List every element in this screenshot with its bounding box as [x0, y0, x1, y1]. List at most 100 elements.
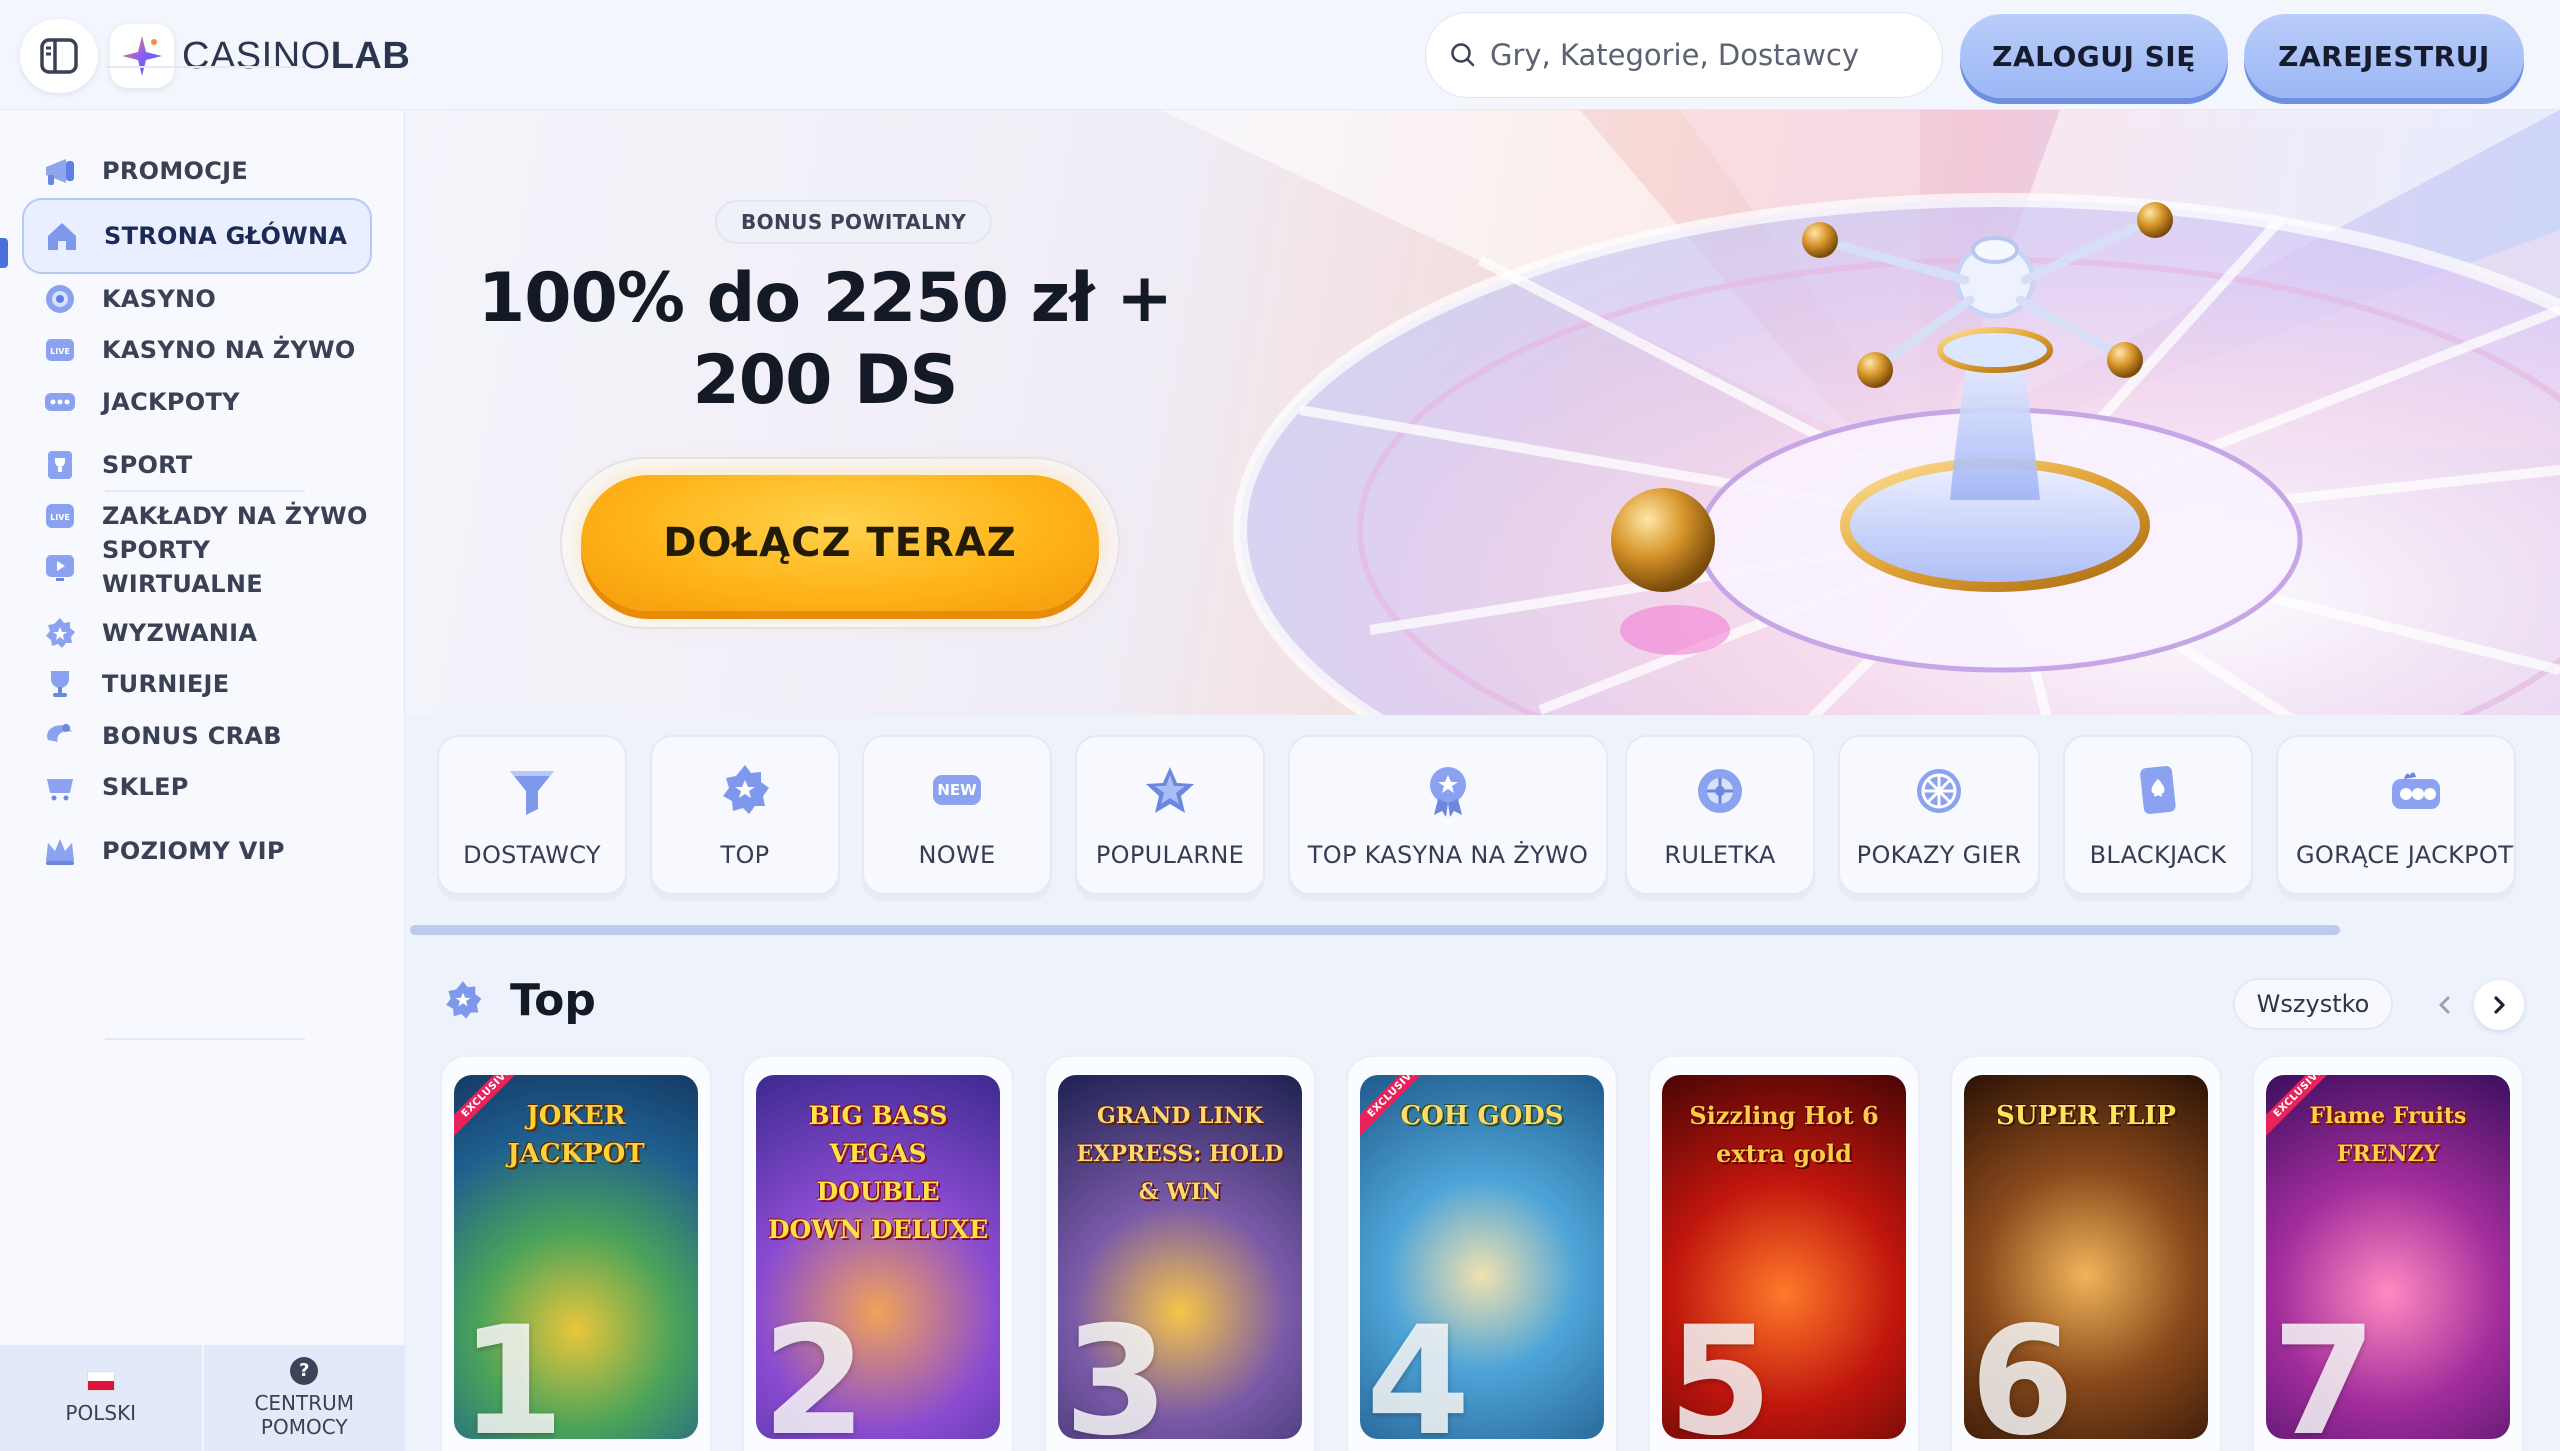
category-ruletka[interactable]: RULETKA [1625, 735, 1815, 895]
roulette-wheel-illustration [1160, 110, 2560, 715]
login-button[interactable]: ZALOGUJ SIĘ [1960, 14, 2228, 98]
svg-text:NEW: NEW [937, 781, 977, 799]
category-popularne[interactable]: POPULARNE [1075, 735, 1265, 895]
jackpot-icon [40, 382, 80, 422]
sidebar-item-label: POZIOMY VIP [102, 837, 285, 865]
sidebar-toggle-button[interactable] [20, 19, 98, 93]
category-gor-ce-jackpoty[interactable]: GORĄCE JACKPOTY [2276, 735, 2516, 895]
megaphone-icon [40, 151, 80, 191]
game-rank: 1 [460, 1295, 565, 1439]
sidebar-toggle-icon [40, 38, 78, 74]
sidebar-item-label: JACKPOTY [102, 388, 240, 416]
game-title: SUPER FLIP [1996, 1101, 2176, 1131]
sidebar-item-label: ZAKŁADY NA ŻYWO [102, 502, 368, 530]
sidebar-footer: POLSKI? CENTRUM POMOCY [0, 1345, 405, 1451]
hero-title-line2: 200 DS [692, 341, 958, 420]
category-label: BLACKJACK [2089, 841, 2227, 869]
sidebar-item-label: STRONA GŁÓWNA [104, 222, 348, 250]
sidebar-item-label: SPORTY WIRTUALNE [102, 536, 263, 598]
roulette-icon [1698, 769, 1742, 813]
category-pokazy-gier[interactable]: POKAZY GIER [1838, 735, 2040, 895]
category-label: TOP KASYNA NA ŻYWO [1307, 841, 1589, 869]
sidebar-item-label: WYZWANIA [102, 619, 258, 647]
carousel-next-button[interactable] [2474, 980, 2524, 1030]
crown-icon [40, 831, 80, 871]
sidebar-item-label: TURNIEJE [102, 670, 230, 698]
help-label-line1: CENTRUM [254, 1391, 355, 1415]
game-thumbnail[interactable]: COH GODS EXCLUSIVE 4 [1360, 1075, 1604, 1439]
game-rank: 4 [1366, 1295, 1471, 1439]
game-thumbnail[interactable]: Flame Fruits FRENZY EXCLUSIVE 7 [2266, 1075, 2510, 1439]
new-badge-icon: NEW [933, 775, 981, 805]
virtual-sport-icon [40, 547, 80, 587]
star-badge-icon [446, 980, 482, 1019]
game-rank: 3 [1064, 1295, 1169, 1439]
category-dostawcy[interactable]: DOSTAWCY [437, 735, 627, 895]
logo-text: CASINOLAB [182, 35, 410, 78]
category-blackjack[interactable]: BLACKJACK [2063, 735, 2253, 895]
svg-text:LIVE: LIVE [50, 513, 70, 522]
game-thumbnail[interactable]: BIG BASS VEGAS DOUBLE DOWN DELUXE 2 [756, 1075, 1000, 1439]
search-icon [1451, 43, 1475, 67]
category-label: RULETKA [1664, 841, 1776, 869]
game-rank: 7 [2272, 1295, 2377, 1439]
sidebar-item-poziomy-vip[interactable]: POZIOMY VIP [22, 813, 372, 889]
top-section-header: Top [440, 975, 596, 1026]
game-card[interactable]: BIG BASS VEGAS DOUBLE DOWN DELUXE 2 [742, 1055, 1014, 1451]
hero-title: 100% do 2250 zł + 200 DS [465, 258, 1185, 422]
svg-text:LIVE: LIVE [50, 347, 70, 356]
game-card[interactable]: COH GODS EXCLUSIVE 4 [1346, 1055, 1618, 1451]
game-card[interactable]: GRAND LINK EXPRESS: HOLD & WIN 3 [1044, 1055, 1316, 1451]
category-scrollbar[interactable] [410, 925, 2340, 935]
active-indicator [0, 238, 8, 268]
funnel-icon [510, 771, 554, 815]
game-thumbnail[interactable]: GRAND LINK EXPRESS: HOLD & WIN 3 [1058, 1075, 1302, 1439]
sidebar-divider [105, 1038, 305, 1040]
sidebar-item-label: SKLEP [102, 773, 189, 801]
help-label-line2: POMOCY [260, 1415, 348, 1439]
welcome-bonus-badge: BONUS POWITALNY [715, 200, 993, 244]
section-title: Top [510, 975, 596, 1026]
logo-text-light: CASINO [182, 34, 331, 77]
language-label: POLSKI [65, 1401, 137, 1425]
game-thumbnail[interactable]: SUPER FLIP 6 [1964, 1075, 2208, 1439]
sidebar-item-label: KASYNO NA ŻYWO [102, 336, 356, 364]
casinolab-logo[interactable]: CASINOLAB [110, 24, 410, 88]
logo-text-bold: LAB [330, 34, 411, 77]
carousel-prev-button[interactable] [2420, 980, 2470, 1030]
category-label: POPULARNE [1095, 841, 1245, 869]
game-card[interactable]: JOKER JACKPOT EXCLUSIVE 1 [440, 1055, 712, 1451]
category-nowe[interactable]: NEW NOWE [862, 735, 1052, 895]
category-label: TOP [720, 841, 770, 869]
game-thumbnail[interactable]: JOKER JACKPOT EXCLUSIVE 1 [454, 1075, 698, 1439]
register-button[interactable]: ZAREJESTRUJ [2244, 14, 2524, 98]
chevron-left-icon [2439, 996, 2450, 1014]
sidebar: PROMOCJE STRONA GŁÓWNA KASYNO LIVE KASYNO NA… [0, 66, 405, 1451]
medal-icon [1430, 767, 1466, 817]
sidebar-item-label: KASYNO [102, 285, 217, 313]
view-all-button[interactable]: Wszystko [2233, 978, 2393, 1030]
category-top[interactable]: TOP [650, 735, 840, 895]
game-card[interactable]: Flame Fruits FRENZY EXCLUSIVE 7 [2252, 1055, 2524, 1451]
help-icon: ? [290, 1357, 319, 1385]
sidebar-item-sporty-wirtualne[interactable]: SPORTY WIRTUALNE [22, 529, 372, 605]
game-rank: 5 [1668, 1295, 1773, 1439]
category-top-kasyna-na-ywo[interactable]: TOP KASYNA NA ŻYWO [1288, 735, 1608, 895]
top-header: CASINOLAB ZALOGUJ SIĘ ZAREJESTRUJ [0, 0, 2560, 110]
game-title: JOKER JACKPOT [507, 1101, 645, 1169]
game-thumbnail[interactable]: Sizzling Hot 6 extra gold 5 [1662, 1075, 1906, 1439]
card-icon [2140, 766, 2176, 814]
game-card[interactable]: SUPER FLIP 6 [1950, 1055, 2222, 1451]
search-input[interactable] [1490, 38, 1910, 72]
category-label: DOSTAWCY [463, 841, 601, 869]
language-selector[interactable]: POLSKI [0, 1345, 202, 1451]
help-center-button[interactable]: ? CENTRUM POMOCY [201, 1345, 406, 1451]
game-rank: 2 [762, 1295, 867, 1439]
join-now-button[interactable]: DOŁĄCZ TERAZ [581, 475, 1099, 611]
wheel-icon [1917, 769, 1961, 813]
game-rank: 6 [1970, 1295, 2075, 1439]
search-box[interactable] [1425, 12, 1943, 98]
top-games-carousel: JOKER JACKPOT EXCLUSIVE 1 BIG BASS VEGAS DO… [440, 1055, 2560, 1451]
game-card[interactable]: Sizzling Hot 6 extra gold 5 [1648, 1055, 1920, 1451]
poland-flag-icon [86, 1371, 115, 1391]
